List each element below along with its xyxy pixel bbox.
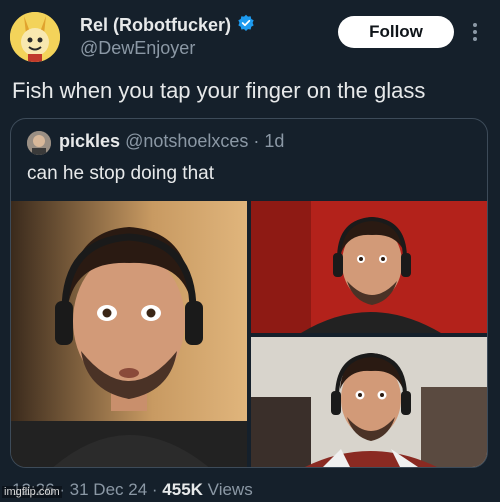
- tweet-date[interactable]: · 31 Dec 24 ·: [59, 480, 157, 499]
- author-name-row: Rel (Robotfucker): [80, 14, 255, 37]
- quote-time[interactable]: · 1d: [253, 131, 284, 151]
- quote-text: can he stop doing that: [27, 163, 214, 184]
- more-vertical-icon[interactable]: [470, 20, 480, 44]
- author-display-name[interactable]: Rel (Robotfucker): [80, 15, 231, 36]
- author-handle[interactable]: @DewEnjoyer: [80, 38, 195, 59]
- tweet-text: Fish when you tap your finger on the gla…: [12, 78, 426, 103]
- verified-badge-icon: [237, 14, 255, 37]
- follow-button[interactable]: Follow: [338, 16, 454, 48]
- views-label: Views: [207, 480, 253, 499]
- quote-header: pickles @notshoelxces · 1d: [59, 131, 284, 152]
- views-count: 455K: [162, 480, 203, 499]
- author-avatar[interactable]: [10, 12, 60, 62]
- media-image-left[interactable]: [11, 201, 247, 467]
- quote-author-avatar[interactable]: [27, 131, 51, 155]
- quote-media-grid: [11, 201, 487, 467]
- quote-handle[interactable]: @notshoelxces: [125, 131, 248, 151]
- tweet-header: Rel (Robotfucker) @DewEnjoyer Follow: [0, 0, 500, 70]
- quote-display-name[interactable]: pickles: [59, 131, 120, 151]
- media-image-top-right[interactable]: [251, 201, 487, 333]
- quoted-tweet[interactable]: pickles @notshoelxces · 1d can he stop d…: [10, 118, 488, 468]
- imgflip-watermark: imgflip.com: [2, 486, 62, 498]
- media-image-bottom-right[interactable]: [251, 337, 487, 467]
